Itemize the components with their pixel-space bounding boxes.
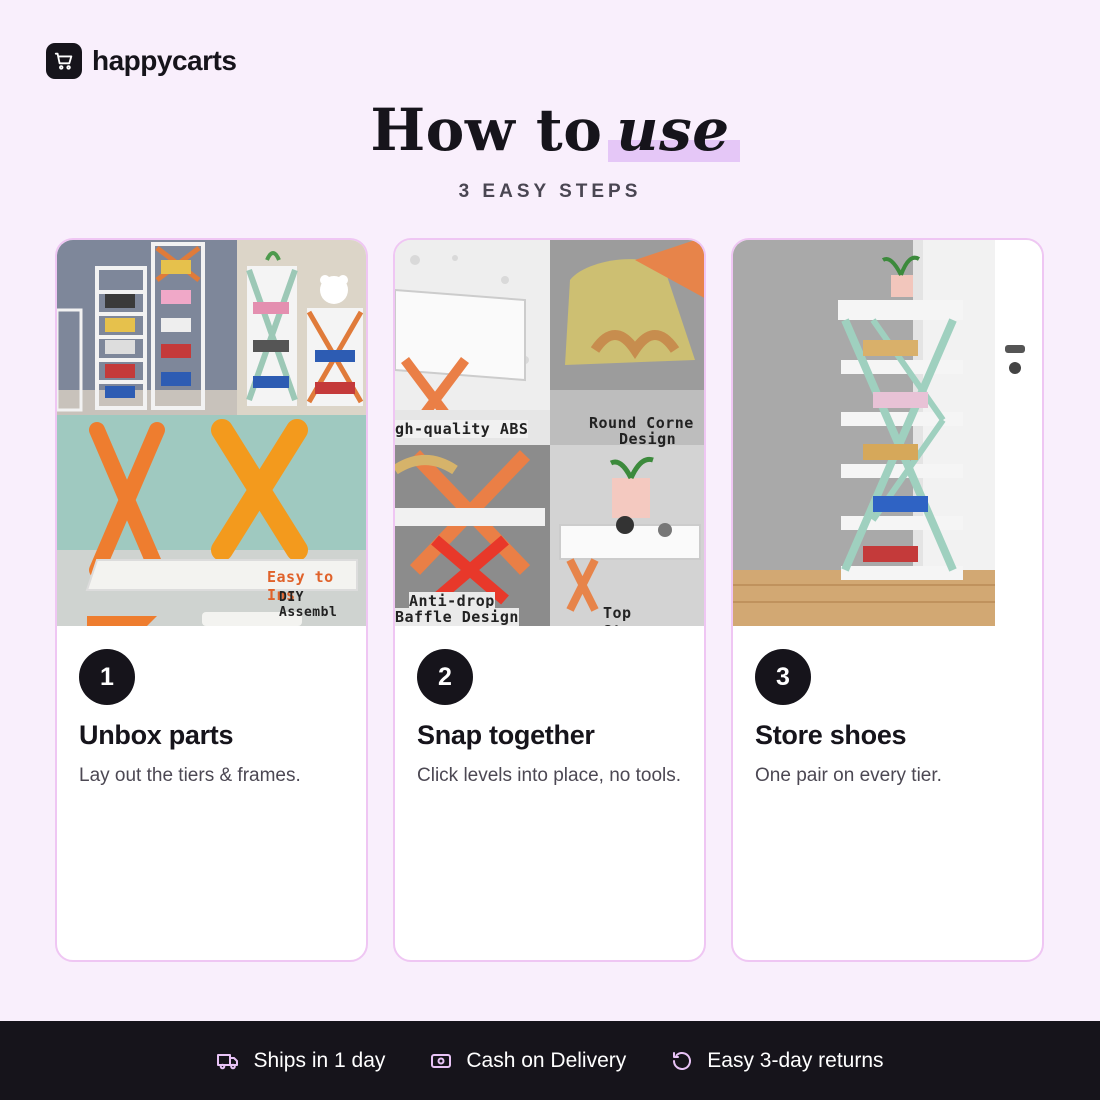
photo-label: DIY Assembl <box>279 590 338 620</box>
step-card-2: gh-quality ABS Round Corne Design Anti-d… <box>393 238 706 962</box>
step-description: Lay out the tiers & frames. <box>79 765 301 786</box>
page-title-main: How to <box>370 96 603 164</box>
step-2-photo: gh-quality ABS Round Corne Design Anti-d… <box>395 240 704 626</box>
photo-label: Top Storage <box>603 604 669 626</box>
step-description: One pair on every tier. <box>755 765 942 786</box>
step-card-1: Easy to Ins DIY Assembl 1 Unbox parts La… <box>55 238 368 962</box>
cash-icon <box>431 1053 452 1068</box>
steps-list: Easy to Ins DIY Assembl 1 Unbox parts La… <box>55 238 1044 962</box>
page-subtitle: 3 EASY STEPS <box>458 181 642 202</box>
footer-item-cod: Cash on Delivery <box>429 1049 626 1073</box>
footer-item-returns: Easy 3-day returns <box>670 1048 884 1073</box>
step-1-photo: Easy to Ins DIY Assembl <box>57 240 366 626</box>
page-title: How to use <box>0 96 1100 164</box>
footer-label: Cash on Delivery <box>466 1048 627 1072</box>
step-title: Store shoes <box>755 720 907 750</box>
truck-icon <box>217 1053 239 1069</box>
cart-icon <box>46 43 82 79</box>
step-number: 3 <box>755 649 811 705</box>
page-title-accent: use <box>608 96 740 164</box>
photo-label: gh-quality ABS <box>395 420 529 438</box>
footer-label: Ships in 1 day <box>253 1048 386 1072</box>
step-number: 2 <box>417 649 473 705</box>
return-icon <box>673 1051 692 1070</box>
trust-bar: Ships in 1 day Cash on Delivery Easy 3-d… <box>0 1021 1100 1100</box>
photo-label: Design <box>619 430 677 448</box>
footer-item-shipping: Ships in 1 day <box>216 1049 385 1073</box>
step-title: Unbox parts <box>79 720 234 750</box>
step-number: 1 <box>79 649 135 705</box>
brand-name: happycarts <box>92 45 237 76</box>
photo-label: Baffle Design <box>395 608 519 626</box>
step-description: Click levels into place, no tools. <box>417 765 682 786</box>
step-title: Snap together <box>417 720 595 750</box>
footer-label: Easy 3-day returns <box>707 1048 884 1072</box>
step-3-photo <box>733 240 1042 626</box>
step-card-3: 3 Store shoes One pair on every tier. <box>731 238 1044 962</box>
brand[interactable]: happycarts <box>46 43 237 79</box>
